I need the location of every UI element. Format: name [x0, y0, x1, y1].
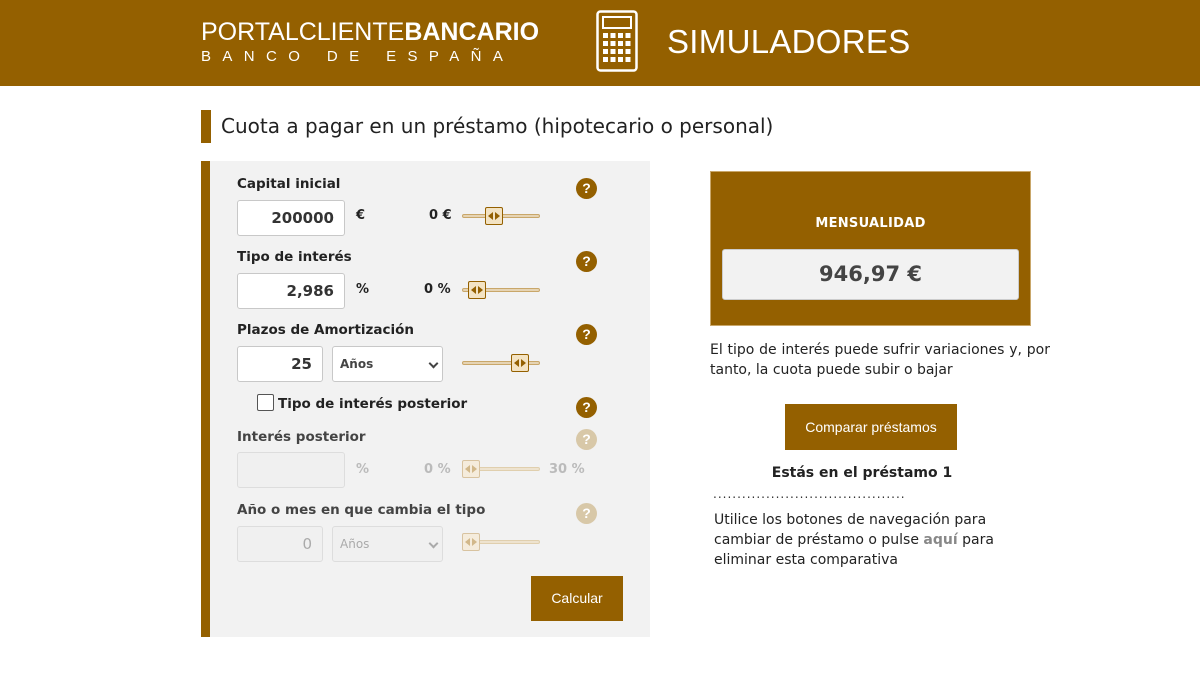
change-year-input[interactable]: 0	[237, 526, 323, 562]
brand-part-cliente: CLIENTE	[298, 18, 405, 46]
result-box: MENSUALIDAD 946,97 €	[710, 171, 1031, 326]
later-rate-slider-handle[interactable]	[462, 460, 480, 478]
capital-input[interactable]: 200000	[237, 200, 345, 236]
calculator-icon	[596, 10, 638, 72]
interest-unit: %	[356, 282, 370, 297]
later-rate-checkbox-label[interactable]: Tipo de interés posterior	[278, 396, 467, 412]
brand-subtitle: BANCO DE ESPAÑA	[201, 48, 515, 65]
capital-help-icon[interactable]: ?	[576, 178, 597, 199]
capital-min-label: 0 €	[429, 208, 452, 223]
change-year-help-icon[interactable]: ?	[576, 503, 597, 524]
term-help-icon[interactable]: ?	[576, 324, 597, 345]
interest-input[interactable]: 2,986	[237, 273, 345, 309]
term-unit-selected: Años	[340, 357, 374, 371]
loan-form-panel: Capital inicial ? 200000 € 0 € Tipo de i…	[201, 161, 650, 637]
remove-comparison-link[interactable]: aquí	[923, 532, 957, 548]
result-title: MENSUALIDAD	[815, 216, 926, 231]
header-bar: PORTALCLIENTEBANCARIO BANCO DE ESPAÑA SI…	[0, 0, 1200, 86]
navigation-help-text: Utilice los botones de navegación para c…	[714, 510, 1014, 570]
later-rate-checkbox-help-icon[interactable]: ?	[576, 397, 597, 418]
rate-variation-note: El tipo de interés puede sufrir variacio…	[710, 342, 1050, 378]
later-rate-help-icon[interactable]: ?	[576, 429, 597, 450]
calculate-button[interactable]: Calcular	[531, 576, 623, 621]
brand-logo[interactable]: PORTALCLIENTEBANCARIO	[201, 18, 539, 47]
page-title: Cuota a pagar en un préstamo (hipotecari…	[221, 114, 774, 138]
capital-slider-handle[interactable]	[485, 207, 503, 225]
term-slider[interactable]	[462, 354, 540, 372]
brand-part-portal: PORTAL	[201, 18, 299, 46]
current-loan-status: Estás en el préstamo 1	[771, 465, 953, 481]
interest-slider-handle[interactable]	[468, 281, 486, 299]
later-rate-label: Interés posterior	[237, 429, 366, 445]
later-rate-min-label: 0 %	[424, 462, 451, 477]
chevron-down-icon	[428, 538, 439, 549]
title-accent-bar	[201, 110, 211, 143]
chevron-down-icon	[428, 358, 439, 369]
change-year-slider[interactable]	[462, 533, 540, 551]
change-year-slider-handle[interactable]	[462, 533, 480, 551]
change-year-unit-selected: Años	[340, 537, 370, 551]
term-slider-handle[interactable]	[511, 354, 529, 372]
section-title: SIMULADORES	[667, 23, 911, 60]
term-label: Plazos de Amortización	[237, 322, 415, 338]
interest-help-icon[interactable]: ?	[576, 251, 597, 272]
monthly-payment-value: 946,97 €	[722, 249, 1019, 300]
dotted-separator: ........................................	[713, 487, 906, 501]
interest-label: Tipo de interés	[237, 249, 352, 265]
later-rate-slider[interactable]	[462, 460, 540, 478]
later-rate-input[interactable]	[237, 452, 345, 488]
capital-unit: €	[356, 208, 366, 223]
capital-label: Capital inicial	[237, 176, 341, 192]
interest-min-label: 0 %	[424, 282, 451, 297]
later-rate-unit: %	[356, 462, 370, 477]
later-rate-checkbox[interactable]	[257, 394, 274, 411]
capital-slider[interactable]	[462, 207, 540, 225]
brand-part-bancario: BANCARIO	[404, 18, 540, 46]
term-unit-select[interactable]: Años	[332, 346, 443, 382]
change-year-label: Año o mes en que cambia el tipo	[237, 502, 486, 518]
compare-loans-button[interactable]: Comparar préstamos	[785, 404, 957, 450]
change-year-unit-select[interactable]: Años	[332, 526, 443, 562]
later-rate-max-label: 30 %	[549, 462, 585, 477]
interest-slider[interactable]	[462, 281, 540, 299]
term-input[interactable]: 25	[237, 346, 323, 382]
